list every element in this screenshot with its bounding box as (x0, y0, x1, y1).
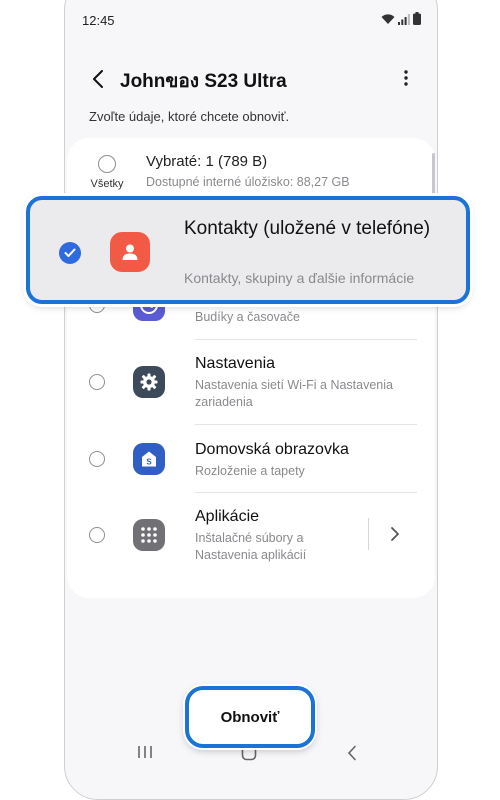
list-item-aplikacie[interactable]: Aplikácie Inštalačné súbory a Nastavenia… (65, 502, 437, 574)
selected-count: Vybraté: 1 (789 B) (146, 153, 268, 170)
back-nav-icon (347, 745, 356, 761)
item-title: Nastavenia (195, 355, 276, 372)
highlighted-item-kontakty[interactable]: Kontakty (uložené v telefóne) Kontakty, … (26, 196, 470, 304)
select-all-radio[interactable] (98, 155, 116, 173)
item-subtitle: Budíky a časovače (195, 310, 300, 324)
chevron-right-icon (391, 527, 399, 541)
item-radio[interactable] (89, 527, 105, 543)
item-radio[interactable] (89, 451, 105, 467)
item-subtitle: Inštalačné súbory a Nastavenia aplikácií (195, 531, 307, 562)
back-button[interactable] (86, 67, 110, 91)
app-bar: Johnของ S23 Ultra (65, 60, 437, 100)
select-all-label: Všetky (90, 178, 124, 190)
person-icon (110, 232, 150, 272)
phone-frame: 12:45 Johnของ S23 Ultra Zvoľte údaje, kt… (64, 0, 438, 800)
recents-button[interactable] (137, 745, 157, 765)
home-screen-icon: S (133, 443, 165, 475)
home-button[interactable] (241, 745, 261, 765)
restore-button[interactable]: Obnoviť (185, 686, 315, 748)
item-title: Aplikácie (195, 508, 260, 525)
list-item-nastavenia[interactable]: Nastavenia Nastavenia sietí Wi-Fi a Nast… (65, 349, 437, 421)
wifi-icon (381, 13, 395, 24)
navigation-bar (65, 745, 437, 789)
check-icon (64, 248, 76, 257)
status-icons (381, 12, 421, 25)
checked-checkbox[interactable] (59, 242, 81, 264)
signal-icon (398, 13, 410, 25)
status-bar: 12:45 (65, 1, 437, 28)
list-divider (195, 424, 417, 425)
select-all-toggle[interactable]: Všetky (85, 155, 129, 190)
chevron-separator (368, 518, 369, 550)
item-title: Domovská obrazovka (195, 441, 349, 458)
selection-summary: Vybraté: 1 (789 B) Dostupné interné úlož… (146, 153, 350, 189)
storage-available: Dostupné interné úložisko: 88,27 GB (146, 175, 350, 189)
back-nav-button[interactable] (347, 745, 367, 765)
chevron-left-icon (93, 70, 103, 88)
battery-icon (413, 12, 421, 25)
list-divider (195, 492, 417, 493)
aplikacie-expand-button[interactable] (383, 522, 407, 546)
apps-grid-icon (133, 519, 165, 551)
status-time: 12:45 (82, 13, 115, 28)
item-subtitle: Nastavenia sietí Wi-Fi a Nastavenia zari… (195, 378, 393, 409)
page-subtitle: Zvoľte údaje, ktoré chcete obnoviť. (89, 109, 290, 124)
highlighted-item-subtitle: Kontakty, skupiny a ďalšie informácie (184, 270, 415, 286)
gear-icon (133, 366, 165, 398)
more-vertical-icon (404, 70, 408, 86)
svg-text:S: S (146, 458, 152, 467)
item-subtitle: Rozloženie a tapety (195, 464, 305, 478)
page-title: Johnของ S23 Ultra (120, 71, 287, 92)
more-options-button[interactable] (397, 65, 415, 91)
item-radio[interactable] (89, 374, 105, 390)
list-divider (195, 339, 417, 340)
recents-icon (138, 746, 152, 758)
highlighted-item-title: Kontakty (uložené v telefóne) (184, 218, 431, 239)
list-item-domovska-obrazovka[interactable]: S Domovská obrazovka Rozloženie a tapety (65, 435, 437, 489)
